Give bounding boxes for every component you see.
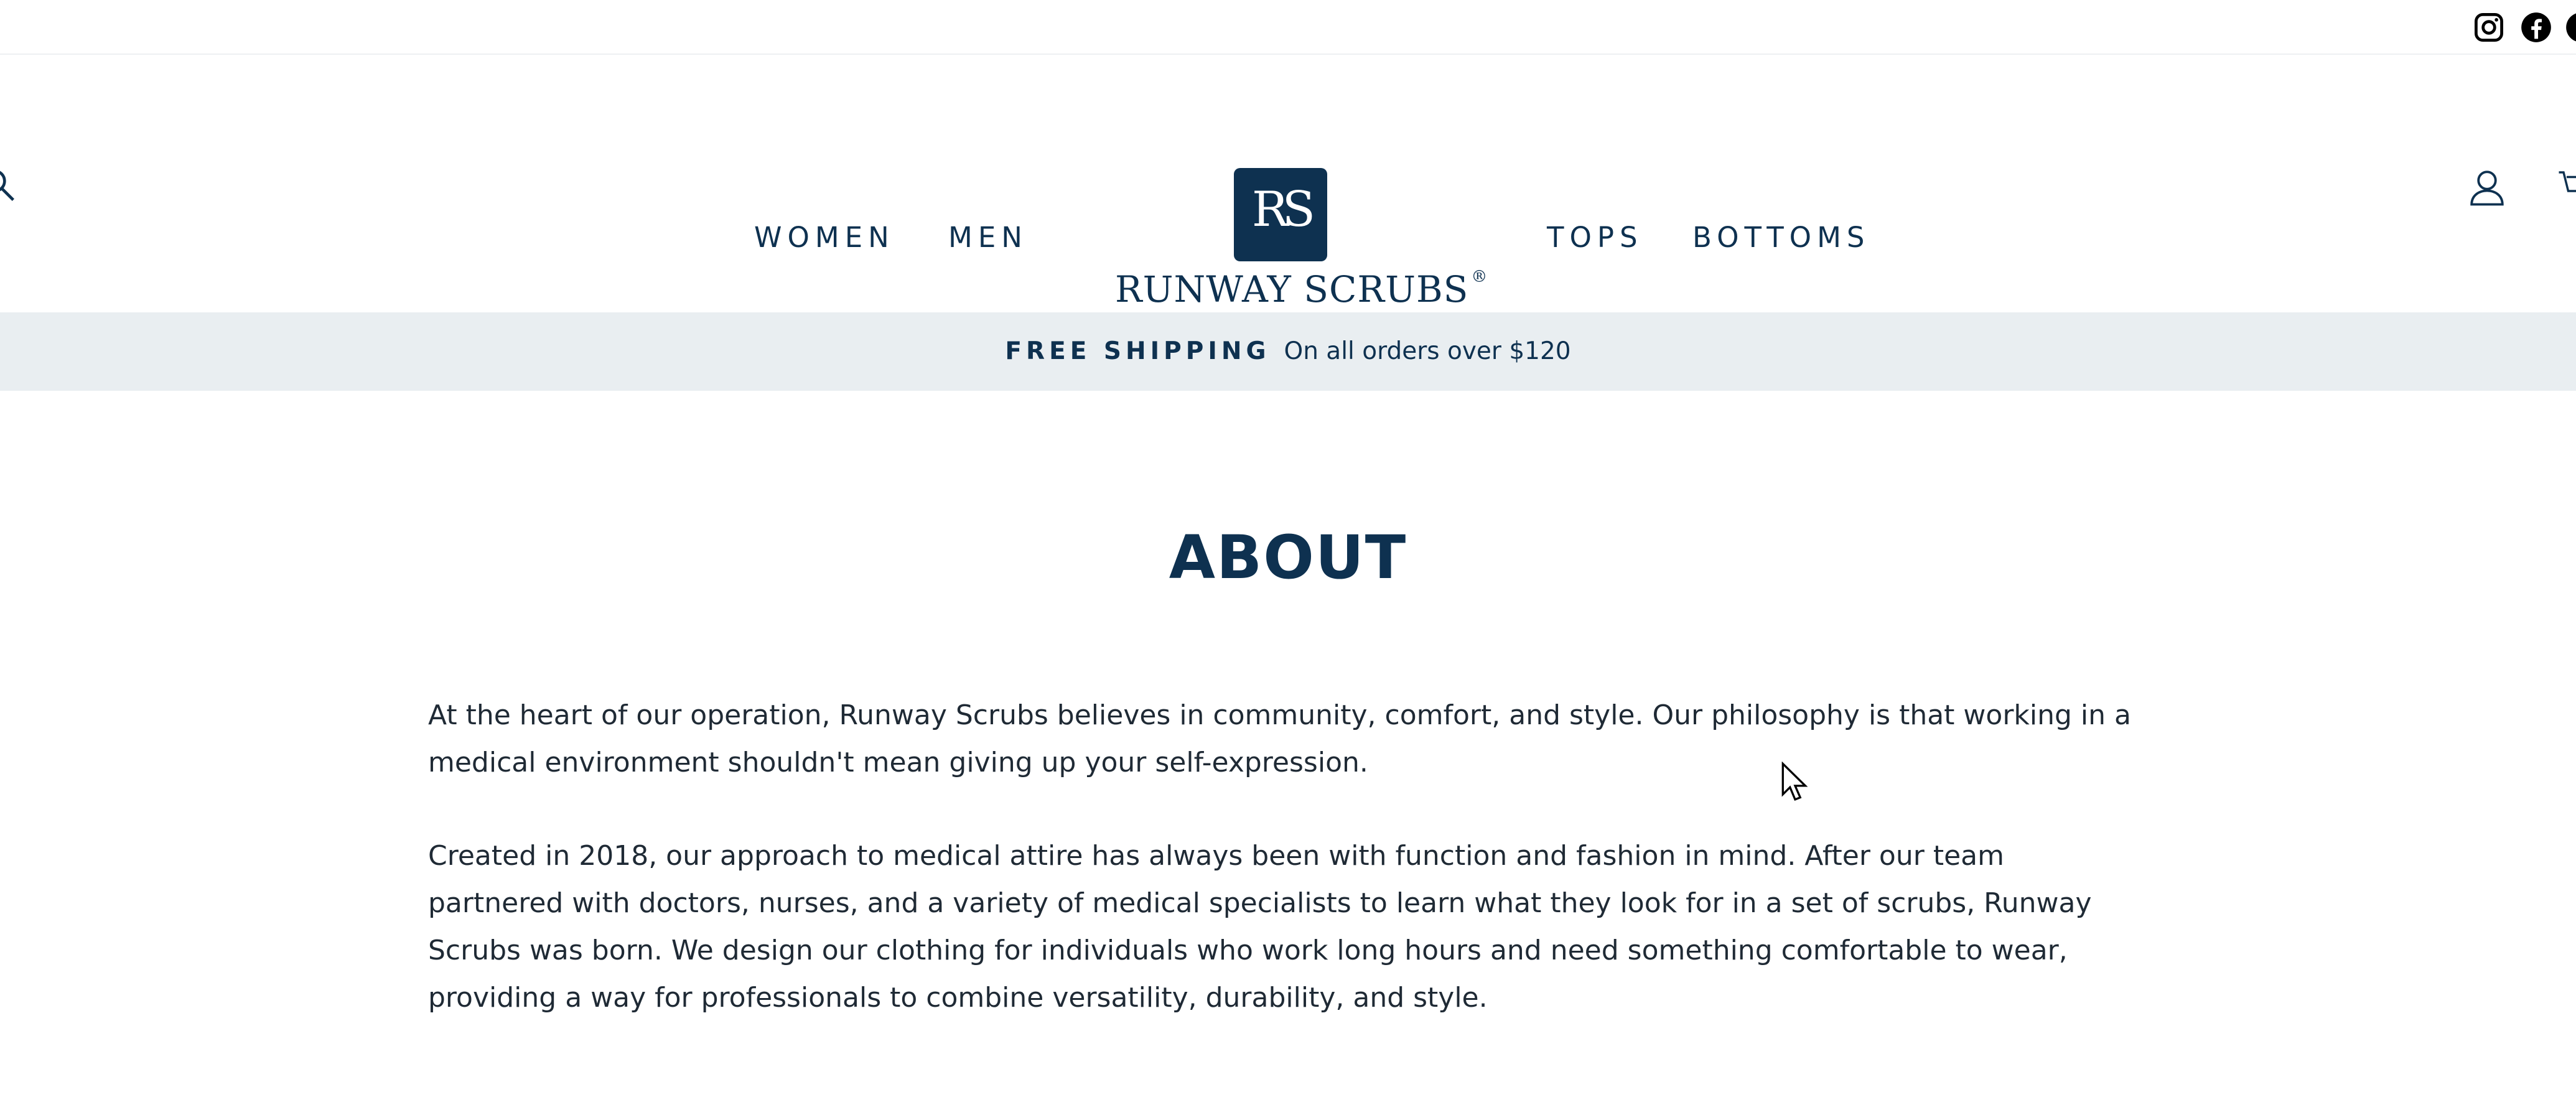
account-icon[interactable] xyxy=(2466,167,2508,208)
logo-wordmark: RUNWAY SCRUBS ® xyxy=(1115,268,1488,310)
search-icon[interactable] xyxy=(0,168,16,203)
site-logo[interactable]: RS RUNWAY SCRUBS ® xyxy=(1108,167,1488,316)
nav-tops[interactable]: TOPS xyxy=(1547,222,1643,254)
nav-men[interactable]: MEN xyxy=(948,222,1028,254)
page-title: ABOUT xyxy=(1169,523,1407,592)
about-paragraph: At the heart of our operation, Runway Sc… xyxy=(428,699,2131,778)
announcement-bar: FREE SHIPPING On all orders over $120 xyxy=(0,312,2576,391)
about-paragraph: Created in 2018, our approach to medical… xyxy=(428,840,2092,1014)
instagram-icon[interactable] xyxy=(2473,11,2505,44)
nav-bottoms[interactable]: BOTTOMS xyxy=(1692,222,1870,254)
announcement-text: On all orders over $120 xyxy=(1284,337,1571,365)
logo-monogram: RS xyxy=(1234,168,1327,261)
site-header: WOMEN MEN RS RUNWAY SCRUBS ® TOPS BOTTOMS xyxy=(0,55,2576,312)
nav-women[interactable]: WOMEN xyxy=(754,222,895,254)
social-icon[interactable] xyxy=(2565,11,2576,44)
cart-icon[interactable] xyxy=(2557,164,2576,205)
social-bar xyxy=(0,0,2576,55)
facebook-icon[interactable] xyxy=(2520,11,2552,44)
announcement-label: FREE SHIPPING xyxy=(1005,337,1271,365)
mouse-cursor-icon xyxy=(1781,762,1808,801)
